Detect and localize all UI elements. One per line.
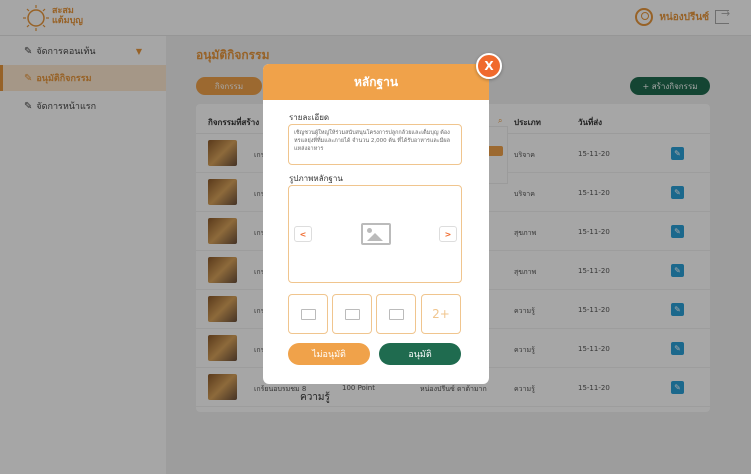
image-icon [345,309,360,320]
next-image-button[interactable]: > [439,226,457,242]
image-thumbnails: 2+ [288,294,462,334]
modal-title: หลักฐาน [263,64,489,100]
image-icon [301,309,316,320]
image-thumbnail[interactable] [376,294,416,334]
approve-button[interactable]: อนุมัติ [379,343,461,365]
prev-image-button[interactable]: < [294,226,312,242]
image-thumbnail[interactable] [332,294,372,334]
image-thumbnail[interactable] [288,294,328,334]
image-icon [389,309,404,320]
evidence-modal: หลักฐาน รายละเอียด เชิญชวนผู้ใหญ่ให้ร่วม… [263,64,489,384]
description-field[interactable]: เชิญชวนผู้ใหญ่ให้ร่วมสนับสนุนโครงการปลูก… [288,124,462,165]
reject-button[interactable]: ไม่อนุมัติ [288,343,370,365]
more-images-button[interactable]: 2+ [421,294,461,334]
image-placeholder-icon [361,223,391,245]
description-label: รายละเอียด [289,113,330,122]
evidence-image-viewer: < > [288,185,462,283]
images-label: รูปภาพหลักฐาน [289,174,343,183]
close-button[interactable]: X [476,53,502,79]
